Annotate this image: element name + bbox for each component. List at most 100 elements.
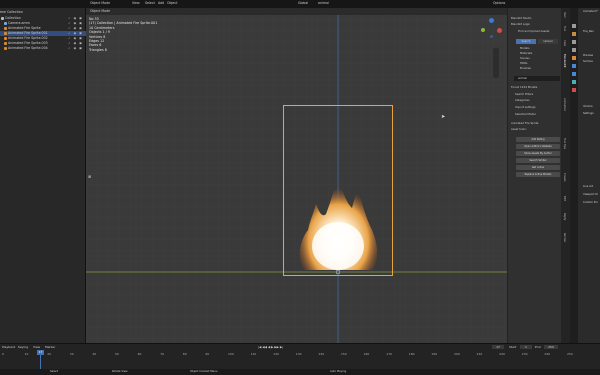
panel-item[interactable]: Blendkit Studio: [511, 16, 531, 20]
menu-keying[interactable]: Keying: [18, 344, 28, 350]
results-count: Found 1234 Models: [511, 85, 538, 89]
panel-custom-properties[interactable]: Custom Pro: [583, 201, 598, 205]
menu-add[interactable]: Add: [158, 0, 164, 7]
tab-search[interactable]: Search: [516, 39, 536, 44]
viewport-header: Object Mode: [86, 8, 507, 15]
panel-item[interactable]: Find and Upload Assets: [518, 29, 549, 33]
category-hdrs[interactable]: HDRs: [520, 61, 527, 65]
tool-icon: [572, 24, 576, 28]
assets-by-author-button[interactable]: Show Assets By Author: [516, 151, 560, 156]
menu-marker[interactable]: Marker: [45, 344, 55, 350]
search-input[interactable]: animal: [514, 76, 560, 81]
menu-playback[interactable]: Playback: [2, 344, 15, 350]
playhead-line: [40, 355, 41, 370]
tab-item[interactable]: Item: [563, 12, 566, 18]
properties-tab-icons[interactable]: [570, 22, 578, 142]
neg-z-icon[interactable]: [490, 35, 493, 38]
tab-create[interactable]: Create: [563, 173, 566, 182]
start-frame-field[interactable]: 1: [520, 345, 532, 349]
menu-view[interactable]: View: [132, 0, 140, 7]
menu-object[interactable]: Object: [167, 0, 177, 7]
outliner-title: ene Collection: [0, 10, 23, 14]
author-website-button[interactable]: Open Author's Website: [516, 144, 560, 149]
material-icon: [572, 88, 576, 92]
frame-tick-label: 0: [2, 352, 4, 356]
frame-tick-label: 100: [228, 352, 234, 356]
frame-tick-label: 220: [499, 352, 505, 356]
get-online-button[interactable]: Get online: [516, 165, 560, 170]
frame-tick-label: 120: [273, 352, 279, 356]
x-axis-icon[interactable]: [497, 28, 502, 33]
viewport-mode[interactable]: Object Mode: [90, 8, 110, 15]
tab-animation[interactable]: Animation: [563, 98, 566, 111]
y-axis-icon[interactable]: [481, 28, 485, 32]
properties-editor: Animated F Fire_Ren Preview Surface Volu…: [578, 8, 600, 343]
tab-upload[interactable]: Upload: [538, 39, 558, 44]
physics-icon: [572, 80, 576, 84]
z-axis-icon[interactable]: [489, 18, 494, 23]
sidebar-tabs: Item Tool View BlenderKit Animation Tool…: [561, 8, 570, 343]
properties-tabs[interactable]: [570, 8, 578, 343]
section-selected-model[interactable]: Selected Model: [515, 112, 536, 116]
menu-select[interactable]: Select: [145, 0, 155, 7]
replace-models-button[interactable]: Replace Active Models: [516, 172, 560, 177]
3d-viewport[interactable]: Object Mode No 33 (17) Collection | Anim…: [86, 8, 507, 343]
options-button[interactable]: Options: [493, 0, 505, 7]
playback-controls[interactable]: |◀ ◀◀ ◀ ▶ ▶▶ ▶|: [258, 345, 283, 349]
tab-rigify[interactable]: Rigify: [563, 213, 566, 220]
category-models[interactable]: Models: [520, 46, 529, 50]
panel-preview[interactable]: Preview: [583, 54, 593, 58]
object-icon: [572, 56, 576, 60]
collection-icon: [1, 16, 4, 20]
top-bar: Object Mode View Select Add Object Globa…: [0, 0, 600, 8]
current-frame-field[interactable]: 17: [492, 345, 504, 349]
tab-view[interactable]: View: [563, 40, 566, 46]
search-similar-button[interactable]: Search Similar: [516, 158, 560, 163]
section-search-filters[interactable]: Search Filters: [515, 92, 533, 96]
frame-tick-label: 200: [454, 352, 460, 356]
timeline[interactable]: Playback Keying View Marker |◀ ◀◀ ◀ ▶ ▶▶…: [0, 343, 600, 370]
frame-tick-label: 90: [205, 352, 210, 356]
tab-tool[interactable]: Tool: [563, 26, 566, 31]
panel-line-art[interactable]: Line Art: [583, 185, 593, 189]
frame-tick-label: 60: [137, 352, 142, 356]
view-controls[interactable]: [493, 48, 499, 78]
tab-tooltips[interactable]: Tool Tips: [563, 138, 566, 149]
panel-viewport-display[interactable]: Viewport Di: [583, 193, 598, 197]
scene-icon: [572, 48, 576, 52]
transform-orientation[interactable]: Global: [298, 0, 308, 7]
tab-blenderkit[interactable]: BlenderKit: [563, 54, 566, 68]
snap-target[interactable]: animal: [318, 0, 329, 7]
panel-item[interactable]: Blendkit Login: [511, 22, 530, 26]
start-label: Start: [509, 345, 517, 349]
mode-select[interactable]: Object Mode: [90, 0, 110, 7]
tab-edit[interactable]: Edit: [563, 196, 566, 201]
status-select: Select: [50, 370, 59, 373]
category-materials[interactable]: Materials: [520, 51, 532, 55]
frame-tick-label: 160: [363, 352, 370, 356]
outliner: ene Collection Collection ✓ ◉ ▣ Camera.am…: [0, 8, 86, 343]
frame-tick-label: 250: [567, 352, 573, 356]
mesh-icon: [4, 31, 7, 35]
render-icon: [572, 32, 576, 36]
panel-settings[interactable]: Settings: [583, 112, 594, 116]
viewport-stats: No 33 (17) Collection | Animated Fire Sp…: [89, 17, 158, 52]
section-import-settings[interactable]: Import settings: [515, 105, 536, 109]
tab-render[interactable]: Render: [563, 233, 566, 242]
navigation-gizmo[interactable]: [481, 18, 503, 46]
section-categories[interactable]: Categories: [515, 98, 530, 102]
category-scenes[interactable]: Scenes: [520, 56, 530, 60]
material-slot[interactable]: Fire_Ren: [583, 30, 594, 34]
panel-volume[interactable]: Volume: [583, 105, 593, 109]
add-rating-button[interactable]: Add Rating: [516, 137, 560, 142]
mouse-cursor-icon: ➤: [441, 114, 446, 120]
category-brushes[interactable]: Brushes: [520, 66, 531, 70]
frame-tick-label: 80: [182, 352, 187, 356]
visibility-icons[interactable]: ✓ ◉ ▣: [68, 46, 83, 51]
panel-surface[interactable]: Surface: [583, 60, 593, 64]
end-frame-field[interactable]: 250: [544, 345, 558, 349]
selected-object-outline[interactable]: [283, 105, 393, 276]
outliner-row[interactable]: Animated Fire Sprite.004 ✓ ◉ ▣: [0, 46, 86, 51]
toolbar-toggle-icon[interactable]: ⊞: [88, 174, 91, 179]
frame-tick-label: 210: [476, 352, 483, 356]
